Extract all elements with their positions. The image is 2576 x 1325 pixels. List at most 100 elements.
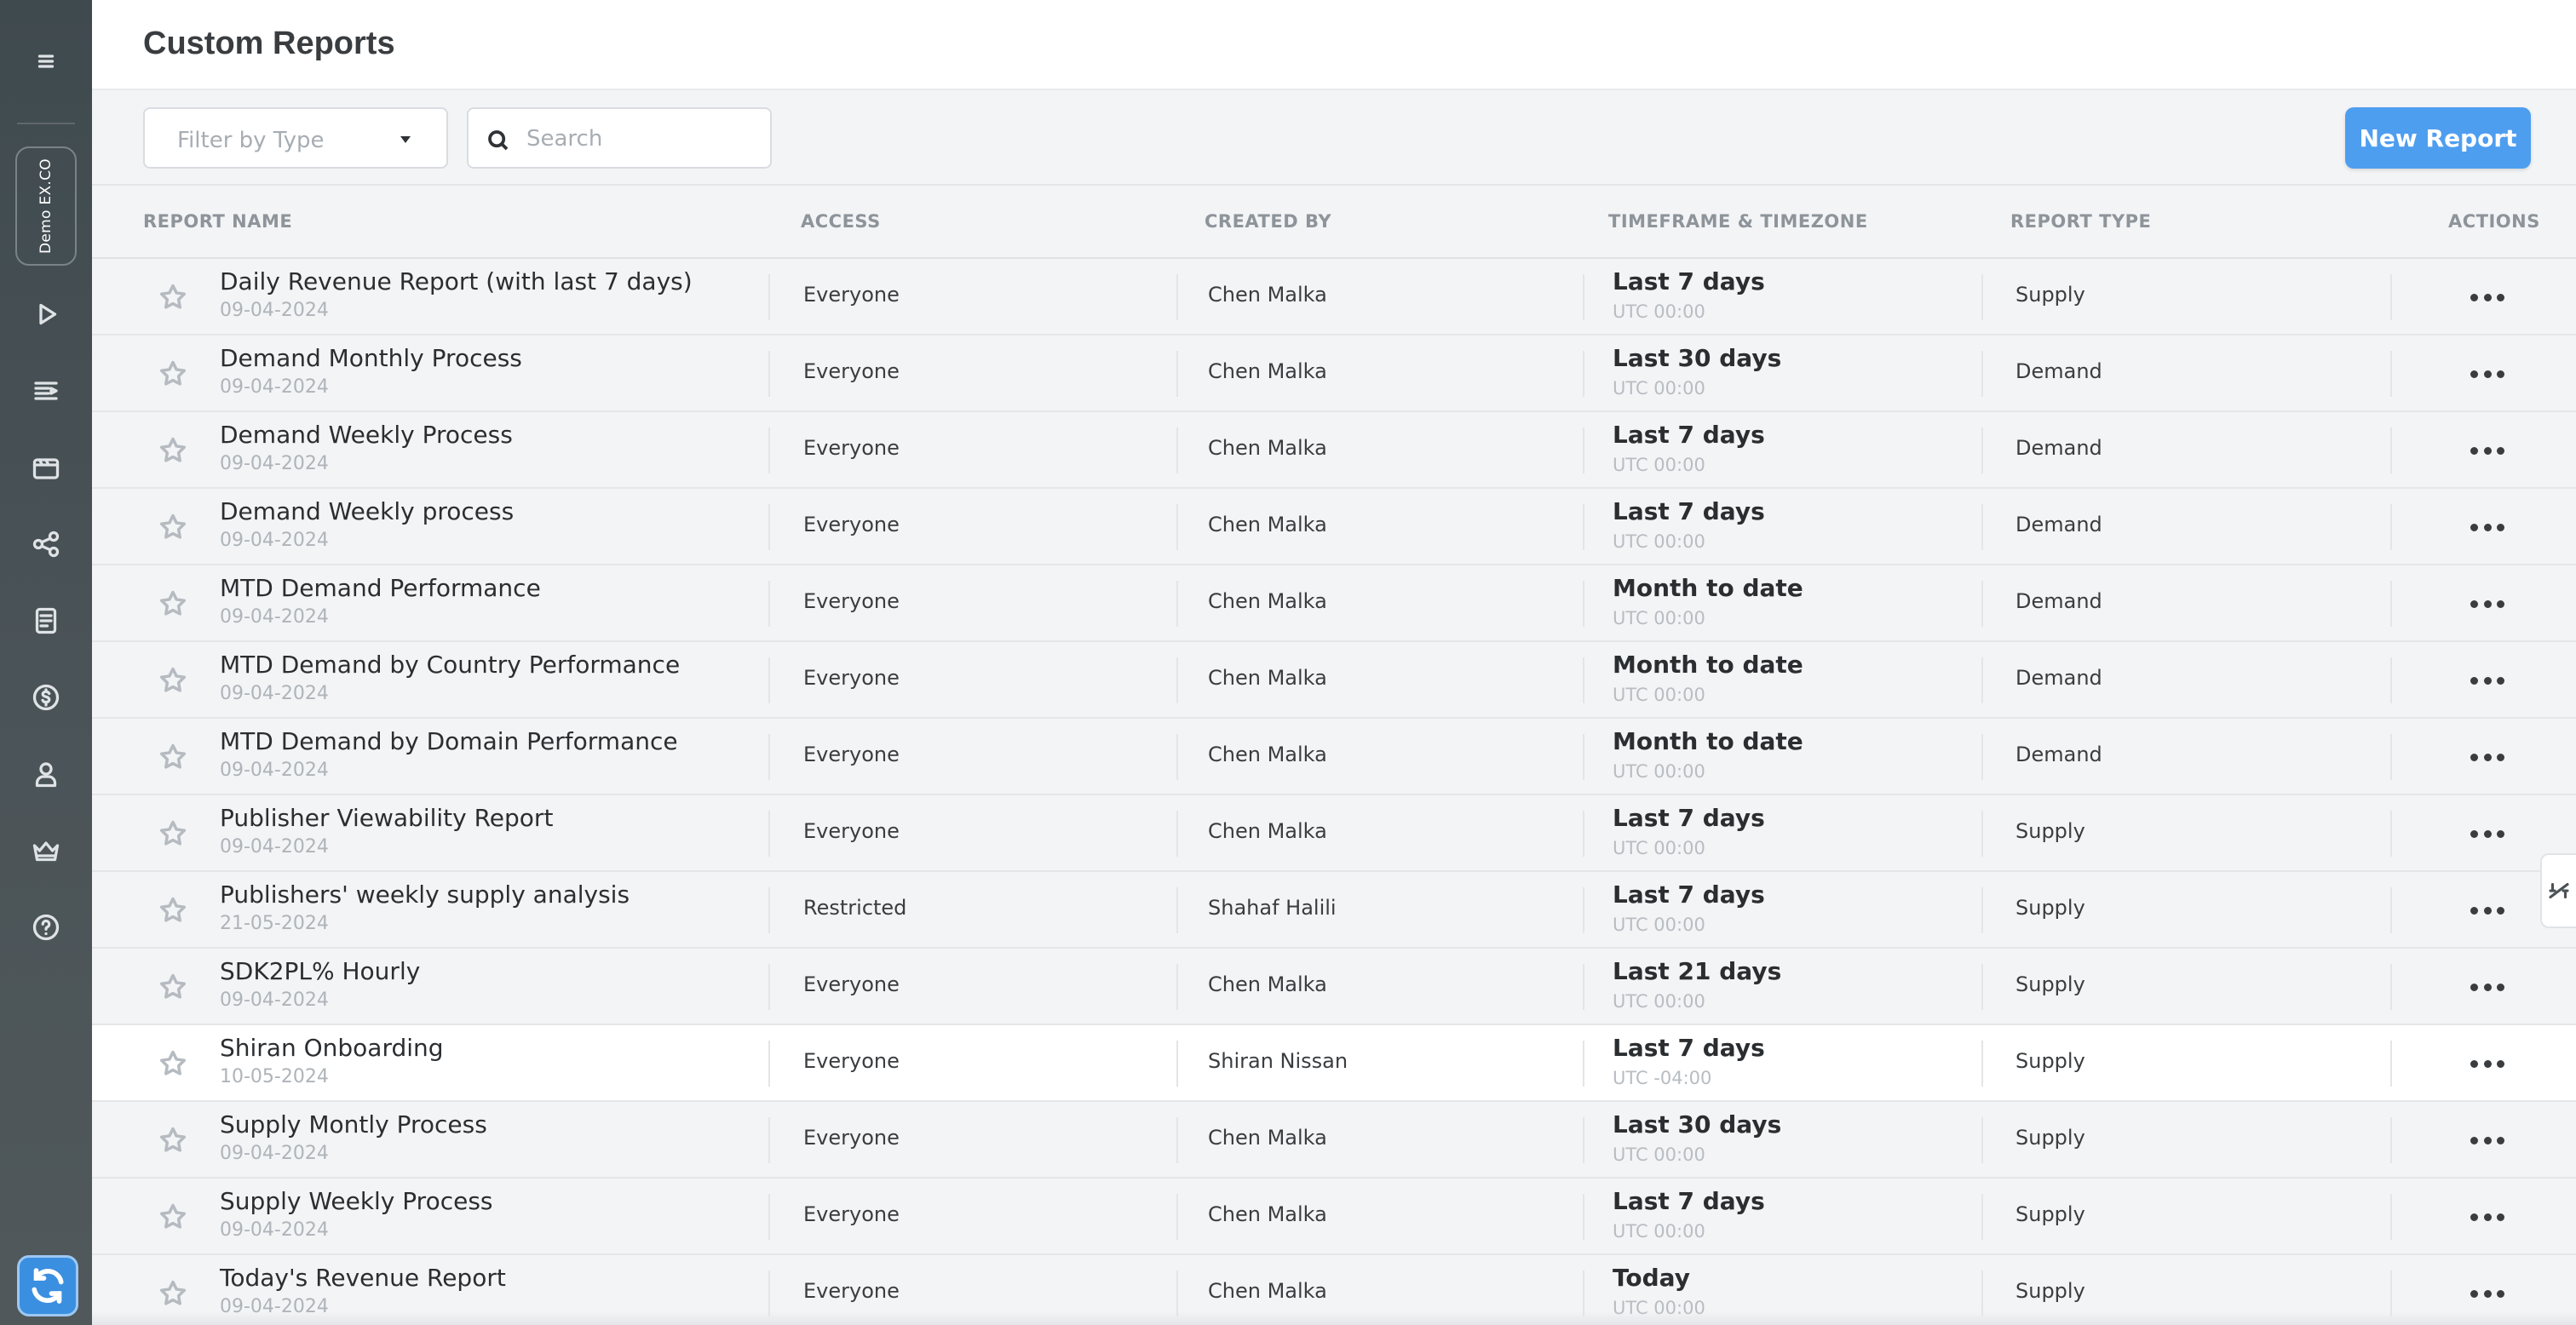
report-created-date: 09-04-2024 xyxy=(220,376,329,398)
more-actions-icon[interactable] xyxy=(2470,1281,2504,1306)
report-name-link[interactable]: Supply Montly Process xyxy=(220,1110,487,1139)
report-name-link[interactable]: Publisher Viewability Report xyxy=(220,804,553,832)
column-divider xyxy=(1981,887,1983,933)
table-row[interactable]: MTD Demand by Country Performance 09-04-2… xyxy=(92,642,2576,719)
more-actions-icon[interactable] xyxy=(2470,438,2504,463)
table-row[interactable]: Demand Weekly process 09-04-2024 Everyone C… xyxy=(92,489,2576,565)
created-by-cell: Chen Malka xyxy=(1208,283,1327,307)
report-type-cell: Supply xyxy=(2015,972,2085,996)
report-created-date: 09-04-2024 xyxy=(220,1143,329,1164)
report-name-link[interactable]: SDK2PL% Hourly xyxy=(220,957,420,985)
report-name-link[interactable]: Publishers' weekly supply analysis xyxy=(220,880,630,909)
star-icon[interactable] xyxy=(157,1277,189,1310)
column-divider xyxy=(1176,504,1178,550)
media-icon[interactable] xyxy=(29,450,63,485)
more-actions-icon[interactable] xyxy=(2470,514,2504,540)
report-name-link[interactable]: Today's Revenue Report xyxy=(220,1264,506,1292)
star-icon[interactable] xyxy=(157,894,189,926)
report-name-link[interactable]: Daily Revenue Report (with last 7 days) xyxy=(220,267,693,295)
more-actions-icon[interactable] xyxy=(2470,591,2504,617)
star-icon[interactable] xyxy=(157,511,189,543)
report-name-link[interactable]: Supply Weekly Process xyxy=(220,1187,493,1215)
more-actions-icon[interactable] xyxy=(2470,821,2504,846)
report-name-link[interactable]: MTD Demand Performance xyxy=(220,574,541,602)
table-row[interactable]: Supply Montly Process 09-04-2024 Everyone C… xyxy=(92,1102,2576,1179)
star-icon[interactable] xyxy=(157,1124,189,1156)
table-row[interactable]: Publishers' weekly supply analysis 21-05-… xyxy=(92,872,2576,949)
search-input[interactable] xyxy=(526,121,756,157)
report-type-cell: Supply xyxy=(2015,896,2085,920)
new-report-button[interactable]: New Report xyxy=(2345,107,2531,169)
table-row[interactable]: Supply Weekly Process 09-04-2024 Everyone C… xyxy=(92,1179,2576,1255)
report-name-link[interactable]: Demand Monthly Process xyxy=(220,344,522,372)
timeframe-cell: Month to date xyxy=(1613,651,1803,679)
dollar-icon[interactable] xyxy=(29,680,63,714)
report-type-cell: Supply xyxy=(2015,1126,2085,1150)
report-created-date: 09-04-2024 xyxy=(220,300,329,321)
more-actions-icon[interactable] xyxy=(2470,361,2504,387)
play-icon[interactable] xyxy=(29,297,63,331)
table-row[interactable]: Demand Monthly Process 09-04-2024 Everyone… xyxy=(92,336,2576,412)
column-header-access[interactable]: ACCESS xyxy=(801,211,881,232)
more-actions-icon[interactable] xyxy=(2470,974,2504,1000)
report-name-link[interactable]: MTD Demand by Domain Performance xyxy=(220,727,678,755)
column-divider xyxy=(768,1194,770,1240)
playlist-icon[interactable] xyxy=(29,374,63,408)
table-row[interactable]: Daily Revenue Report (with last 7 days) 0… xyxy=(92,259,2576,336)
star-icon[interactable] xyxy=(157,358,189,390)
report-name-link[interactable]: Demand Weekly process xyxy=(220,497,514,525)
filter-by-type-select[interactable]: Filter by Type xyxy=(143,107,448,169)
table-row[interactable]: Shiran Onboarding 10-05-2024 Everyone Shira… xyxy=(92,1025,2576,1102)
star-icon[interactable] xyxy=(157,1201,189,1233)
report-name-link[interactable]: Demand Weekly Process xyxy=(220,421,513,449)
created-by-cell: Chen Malka xyxy=(1208,666,1327,690)
column-header-created-by[interactable]: CREATED BY xyxy=(1205,211,1331,232)
more-actions-icon[interactable] xyxy=(2470,898,2504,923)
column-divider xyxy=(2390,1117,2392,1163)
report-name-link[interactable]: MTD Demand by Country Performance xyxy=(220,651,680,679)
more-actions-icon[interactable] xyxy=(2470,744,2504,770)
column-header-timeframe[interactable]: TIMEFRAME & TIMEZONE xyxy=(1608,211,1868,232)
help-icon[interactable] xyxy=(29,910,63,944)
timezone-cell: UTC 00:00 xyxy=(1613,991,1705,1012)
side-panel-handle[interactable] xyxy=(2540,853,2576,928)
reports-table: REPORT NAME ACCESS CREATED BY TIMEFRAME … xyxy=(92,186,2576,1325)
column-divider xyxy=(2390,274,2392,320)
star-icon[interactable] xyxy=(157,817,189,850)
more-actions-icon[interactable] xyxy=(2470,284,2504,310)
star-icon[interactable] xyxy=(157,971,189,1003)
column-header-report-type[interactable]: REPORT TYPE xyxy=(2010,211,2151,232)
user-icon[interactable] xyxy=(29,757,63,791)
star-icon[interactable] xyxy=(157,281,189,313)
timezone-cell: UTC -04:00 xyxy=(1613,1068,1712,1088)
more-actions-icon[interactable] xyxy=(2470,1204,2504,1230)
table-row[interactable]: MTD Demand Performance 09-04-2024 Everyone… xyxy=(92,565,2576,642)
reports-icon[interactable] xyxy=(29,604,63,638)
table-row[interactable]: SDK2PL% Hourly 09-04-2024 Everyone Chen Mal… xyxy=(92,949,2576,1025)
access-cell: Everyone xyxy=(803,283,900,307)
more-actions-icon[interactable] xyxy=(2470,1127,2504,1153)
timeframe-cell: Last 7 days xyxy=(1613,804,1765,832)
star-icon[interactable] xyxy=(157,1047,189,1080)
table-row[interactable]: Publisher Viewability Report 09-04-2024 Ev… xyxy=(92,795,2576,872)
column-divider xyxy=(1176,964,1178,1010)
star-icon[interactable] xyxy=(157,434,189,467)
menu-icon[interactable] xyxy=(29,44,63,78)
table-row[interactable]: Demand Weekly Process 09-04-2024 Everyone C… xyxy=(92,412,2576,489)
star-icon[interactable] xyxy=(157,664,189,697)
share-icon[interactable] xyxy=(29,527,63,561)
sync-button[interactable] xyxy=(17,1255,78,1316)
column-divider xyxy=(1981,1271,1983,1316)
access-cell: Everyone xyxy=(803,589,900,613)
more-actions-icon[interactable] xyxy=(2470,668,2504,693)
star-icon[interactable] xyxy=(157,741,189,773)
timezone-cell: UTC 00:00 xyxy=(1613,608,1705,628)
table-row[interactable]: MTD Demand by Domain Performance 09-04-20… xyxy=(92,719,2576,795)
report-name-link[interactable]: Shiran Onboarding xyxy=(220,1034,444,1062)
org-switcher[interactable]: Demo EX.CO xyxy=(15,146,77,266)
star-icon[interactable] xyxy=(157,588,189,620)
more-actions-icon[interactable] xyxy=(2470,1051,2504,1076)
crown-icon[interactable] xyxy=(29,834,63,868)
column-divider xyxy=(1583,1194,1584,1240)
column-header-report-name[interactable]: REPORT NAME xyxy=(143,211,292,232)
